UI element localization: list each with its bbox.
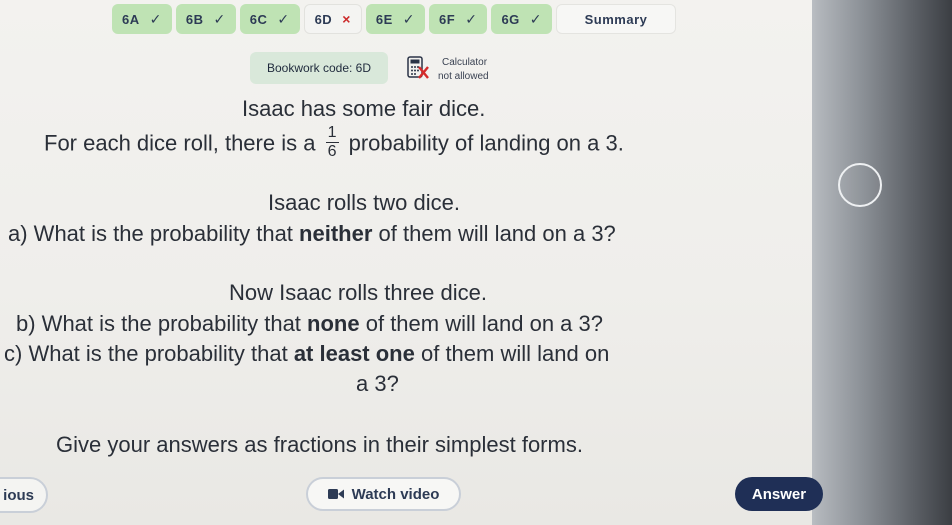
tab-6d[interactable]: 6D ×	[303, 4, 362, 34]
question-part-a: a) What is the probability that neither …	[8, 221, 616, 247]
question-text: of them will land on	[420, 341, 610, 366]
check-icon: ✓	[402, 10, 416, 27]
question-part-c-continued: a 3?	[356, 371, 399, 397]
question-instruction: Give your answers as fractions in their …	[56, 432, 583, 458]
question-text: c) What is the probability that	[4, 341, 288, 366]
answer-button[interactable]: Answer	[735, 477, 823, 511]
answer-button-label: Answer	[751, 485, 807, 503]
question-text: Isaac rolls two dice.	[268, 190, 460, 215]
calculator-label: Calculator	[442, 57, 488, 68]
video-icon	[327, 489, 344, 499]
question-text: Isaac has some fair dice.	[242, 96, 486, 121]
check-icon: ✓	[149, 10, 162, 27]
tab-6c[interactable]: 6C ✓	[239, 4, 300, 34]
worksheet-screen: 6A ✓ 6B ✓ 6C ✓ 6D × 6E ✓ 6F ✓ 6G ✓ Summa…	[0, 0, 823, 525]
question-text: b) What is the probability that	[16, 311, 301, 336]
question-text: of them will land on a 3?	[365, 311, 603, 336]
question-two-dice: Isaac rolls two dice.	[268, 190, 460, 216]
question-text: probability of landing on a 3.	[348, 130, 624, 156]
tab-label: 6G	[501, 11, 520, 27]
fraction-one-sixth: 1 6	[325, 124, 339, 160]
tab-6g[interactable]: 6G ✓	[491, 4, 553, 34]
check-icon: ✓	[529, 10, 543, 27]
bookwork-code-label: Bookwork code: 6D	[266, 61, 372, 75]
calculator-crossed-icon	[407, 56, 429, 79]
tab-label: Summary	[584, 11, 648, 27]
tab-label: 6E	[375, 11, 393, 27]
question-text: a) What is the probability that	[8, 221, 293, 246]
question-text: of them will land on a 3?	[378, 221, 616, 246]
fraction-denominator: 6	[327, 143, 337, 160]
calculator-not-allowed-label: not allowed	[438, 71, 489, 82]
tab-label: 6C	[249, 11, 268, 27]
tab-label: 6A	[122, 11, 140, 27]
watch-video-label: Watch video	[351, 485, 440, 503]
previous-button-label: ious	[3, 486, 34, 504]
tab-label: 6D	[314, 11, 333, 27]
home-button-ring	[838, 163, 882, 207]
question-text: Now Isaac rolls three dice.	[229, 280, 487, 305]
question-part-b: b) What is the probability that none of …	[16, 311, 603, 337]
tab-6e[interactable]: 6E ✓	[365, 4, 426, 34]
question-emphasis: at least one	[293, 341, 415, 366]
tab-label: 6B	[185, 11, 204, 27]
watch-video-button[interactable]: Watch video	[306, 477, 461, 511]
question-intro: Isaac has some fair dice.	[242, 96, 485, 122]
question-emphasis: neither	[299, 221, 373, 246]
bookwork-code-badge: Bookwork code: 6D	[250, 52, 388, 84]
tab-6f[interactable]: 6F ✓	[429, 4, 488, 34]
previous-button[interactable]: ious	[0, 477, 48, 513]
tab-label: 6F	[439, 11, 456, 27]
tab-6b[interactable]: 6B ✓	[175, 4, 236, 34]
task-tab-strip: 6A ✓ 6B ✓ 6C ✓ 6D × 6E ✓ 6F ✓ 6G ✓ Summa…	[112, 4, 677, 36]
question-emphasis: none	[307, 311, 360, 336]
tab-6a[interactable]: 6A ✓	[112, 4, 172, 34]
question-part-c: c) What is the probability that at least…	[4, 341, 609, 367]
tab-summary[interactable]: Summary	[556, 4, 677, 34]
fraction-numerator: 1	[325, 124, 339, 143]
tablet-bezel	[800, 0, 952, 525]
question-probability-statement: For each dice roll, there is a 1 6 proba…	[44, 124, 624, 162]
check-icon: ✓	[213, 10, 226, 27]
check-icon: ✓	[465, 10, 478, 27]
check-icon: ✓	[277, 10, 290, 27]
question-text: Give your answers as fractions in their …	[56, 432, 583, 457]
question-text: For each dice roll, there is a	[44, 130, 316, 156]
question-three-dice: Now Isaac rolls three dice.	[229, 280, 487, 306]
cross-icon: ×	[342, 11, 351, 27]
question-text: a 3?	[356, 371, 399, 396]
